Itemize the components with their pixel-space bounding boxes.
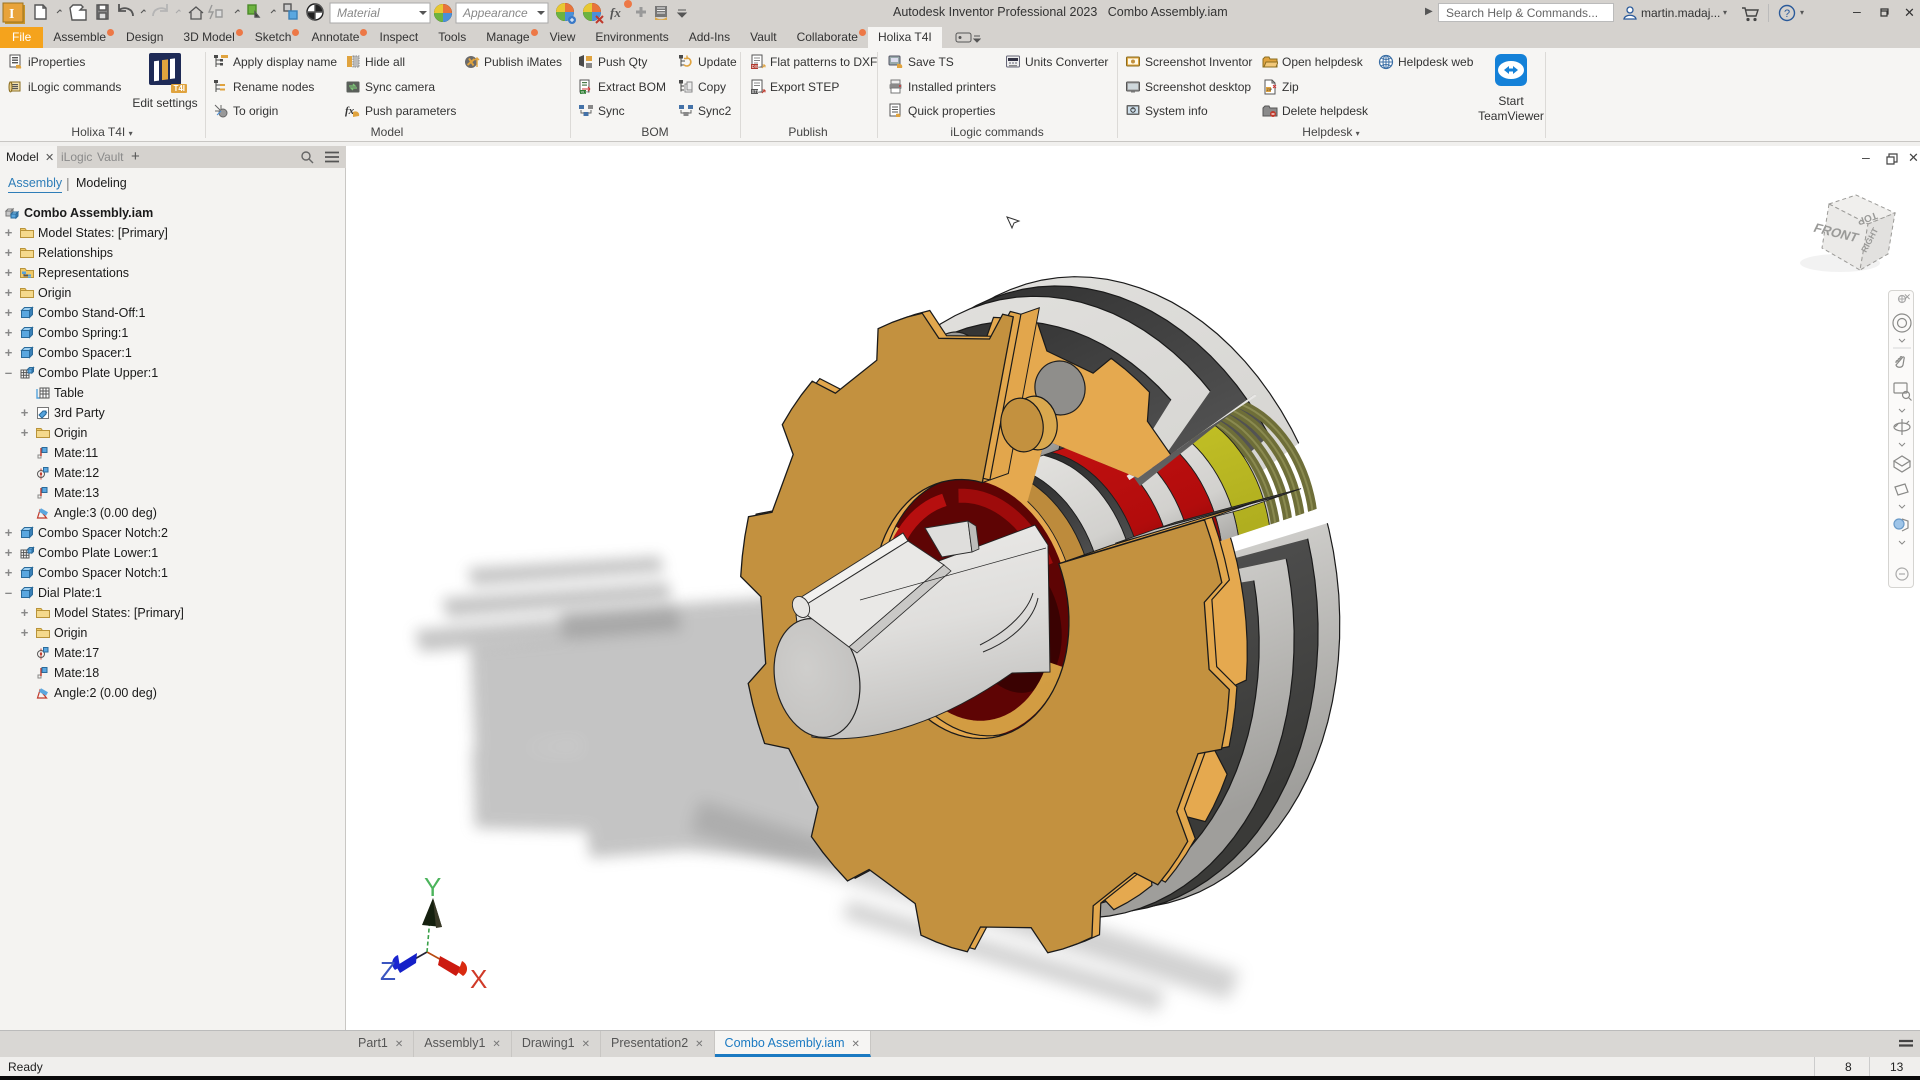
svg-text:ZIP: ZIP <box>1267 88 1273 92</box>
svg-text:Appearance: Appearance <box>462 6 528 20</box>
svg-text:?: ? <box>1784 8 1790 20</box>
svg-text:STP: STP <box>752 89 760 94</box>
svg-text:Material: Material <box>337 6 380 20</box>
svg-text:Y: Y <box>424 872 441 902</box>
svg-text:I: I <box>9 7 14 22</box>
svg-text:XLS: XLS <box>581 89 589 94</box>
svg-text:Z: Z <box>380 956 396 986</box>
svg-text:fx: fx <box>610 5 621 20</box>
svg-text:DXF: DXF <box>752 64 761 69</box>
svg-text:X: X <box>470 964 487 990</box>
